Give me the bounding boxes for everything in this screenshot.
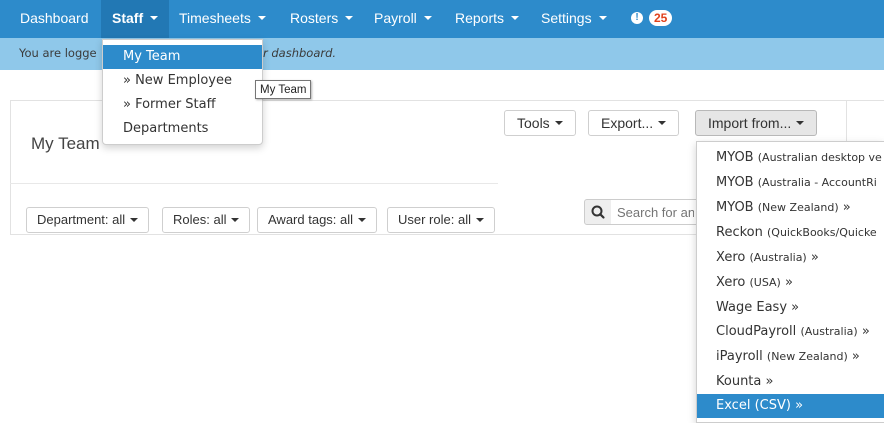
user-role-filter-label: User role: all — [398, 212, 471, 227]
chevron-down-icon — [554, 121, 563, 126]
chevron-down-icon — [658, 121, 667, 126]
nav-rosters-label: Rosters — [290, 10, 339, 26]
import-item[interactable]: Kounta » — [697, 370, 884, 394]
chevron-right-icon: » — [842, 200, 851, 215]
top-navbar: Dashboard Staff Timesheets Rosters Payro… — [0, 0, 884, 38]
nav-dashboard-label: Dashboard — [20, 10, 89, 26]
chevron-right-icon: » — [851, 349, 860, 364]
nav-staff-label: Staff — [112, 10, 144, 26]
export-button-label: Export... — [601, 115, 654, 131]
import-item-sub: (Australia - AccountRi — [757, 176, 877, 189]
nav-payroll-label: Payroll — [374, 10, 417, 26]
chevron-down-icon — [231, 217, 240, 222]
chevron-down-icon — [511, 16, 520, 21]
import-item-sub: (New Zealand) — [766, 350, 848, 363]
export-button[interactable]: Export... — [588, 110, 680, 136]
page-title: My Team — [31, 134, 100, 153]
import-button-label: Import from... — [708, 115, 792, 131]
chevron-down-icon — [598, 16, 607, 21]
import-button[interactable]: Import from... — [695, 110, 818, 136]
import-item-label: Xero — [716, 275, 746, 290]
import-item-label: Wage Easy — [716, 300, 788, 315]
chevron-down-icon — [130, 217, 139, 222]
chevron-down-icon — [345, 16, 354, 21]
user-role-filter[interactable]: User role: all — [387, 207, 495, 233]
import-item-label: MYOB — [716, 175, 754, 190]
search-input[interactable] — [611, 199, 701, 225]
import-item-label: Kounta — [716, 374, 762, 389]
chevron-right-icon: » — [791, 300, 800, 315]
chevron-right-icon: » — [810, 250, 819, 265]
chevron-down-icon — [257, 16, 266, 21]
info-text-right: r dashboard. — [263, 46, 337, 60]
import-item-label: MYOB — [716, 150, 754, 165]
import-item-label: Xero — [716, 250, 746, 265]
import-item-label: CloudPayroll — [716, 324, 797, 339]
tools-button[interactable]: Tools — [504, 110, 576, 136]
chevron-down-icon — [150, 16, 159, 21]
import-item[interactable]: Xero (Australia) » — [697, 246, 884, 270]
import-item-label: Excel (CSV) — [716, 398, 791, 413]
import-item[interactable]: MYOB (Australian desktop ve — [697, 146, 884, 170]
roles-filter-label: Roles: all — [173, 212, 227, 227]
alerts-count-badge[interactable]: 25 — [649, 10, 673, 26]
chevron-right-icon: » — [795, 398, 804, 413]
import-item-label: MYOB — [716, 200, 754, 215]
nav-reports-label: Reports — [455, 10, 505, 26]
nav-reports[interactable]: Reports — [455, 0, 520, 38]
import-item-label: Reckon — [716, 225, 763, 240]
nav-staff[interactable]: Staff — [101, 0, 170, 38]
import-dropdown-menu: MYOB (Australian desktop ve MYOB (Austra… — [696, 141, 884, 423]
import-item-sub: (Australian desktop ve — [757, 151, 882, 164]
import-item[interactable]: MYOB (New Zealand) » — [697, 196, 884, 220]
import-item-excel-csv[interactable]: Excel (CSV) » — [697, 394, 884, 418]
staff-dropdown-menu: My Team » New Employee » Former Staff De… — [102, 39, 263, 145]
nav-settings-label: Settings — [541, 10, 592, 26]
import-item[interactable]: Xero (USA) » — [697, 271, 884, 295]
import-item-sub: (Australia) — [800, 325, 858, 338]
chevron-right-icon: » — [784, 275, 793, 290]
chevron-down-icon — [358, 217, 367, 222]
nav-payroll[interactable]: Payroll — [374, 0, 432, 38]
nav-timesheets-label: Timesheets — [179, 10, 251, 26]
search-addon — [584, 199, 612, 225]
nav-rosters[interactable]: Rosters — [290, 0, 354, 38]
alert-icon[interactable]: ! — [631, 12, 643, 24]
menu-item-new-employee[interactable]: » New Employee — [103, 69, 262, 93]
award-tags-filter[interactable]: Award tags: all — [257, 207, 378, 233]
import-item[interactable]: Reckon (QuickBooks/Quicke — [697, 221, 884, 245]
nav-settings[interactable]: Settings — [541, 0, 607, 38]
info-text-left: You are logge — [19, 46, 97, 60]
import-item-label: iPayroll — [716, 349, 763, 364]
import-item-sub: (QuickBooks/Quicke — [767, 226, 877, 239]
import-item-sub: (Australia) — [749, 251, 807, 264]
menu-item-former-staff[interactable]: » Former Staff — [103, 93, 262, 117]
nav-timesheets[interactable]: Timesheets — [179, 0, 266, 38]
department-filter-label: Department: all — [37, 212, 126, 227]
tooltip: My Team — [255, 80, 312, 99]
tools-button-label: Tools — [517, 115, 550, 131]
chevron-down-icon — [475, 217, 484, 222]
panel-header-separator — [10, 183, 498, 184]
search-icon — [591, 205, 605, 219]
award-tags-filter-label: Award tags: all — [268, 212, 354, 227]
chevron-right-icon: » — [765, 374, 774, 389]
import-item[interactable]: CloudPayroll (Australia) » — [697, 320, 884, 344]
roles-filter[interactable]: Roles: all — [162, 207, 251, 233]
department-filter[interactable]: Department: all — [26, 207, 150, 233]
chevron-down-icon — [423, 16, 432, 21]
menu-item-departments[interactable]: Departments — [103, 117, 262, 141]
import-item[interactable]: iPayroll (New Zealand) » — [697, 345, 884, 369]
import-item[interactable]: Wage Easy » — [697, 296, 884, 320]
import-item-sub: (USA) — [749, 276, 781, 289]
chevron-right-icon: » — [861, 324, 870, 339]
import-item[interactable]: MYOB (Australia - AccountRi — [697, 171, 884, 195]
import-item-sub: (New Zealand) — [757, 201, 839, 214]
chevron-down-icon — [796, 121, 805, 126]
nav-dashboard[interactable]: Dashboard — [20, 0, 89, 38]
menu-item-my-team[interactable]: My Team — [103, 45, 262, 69]
